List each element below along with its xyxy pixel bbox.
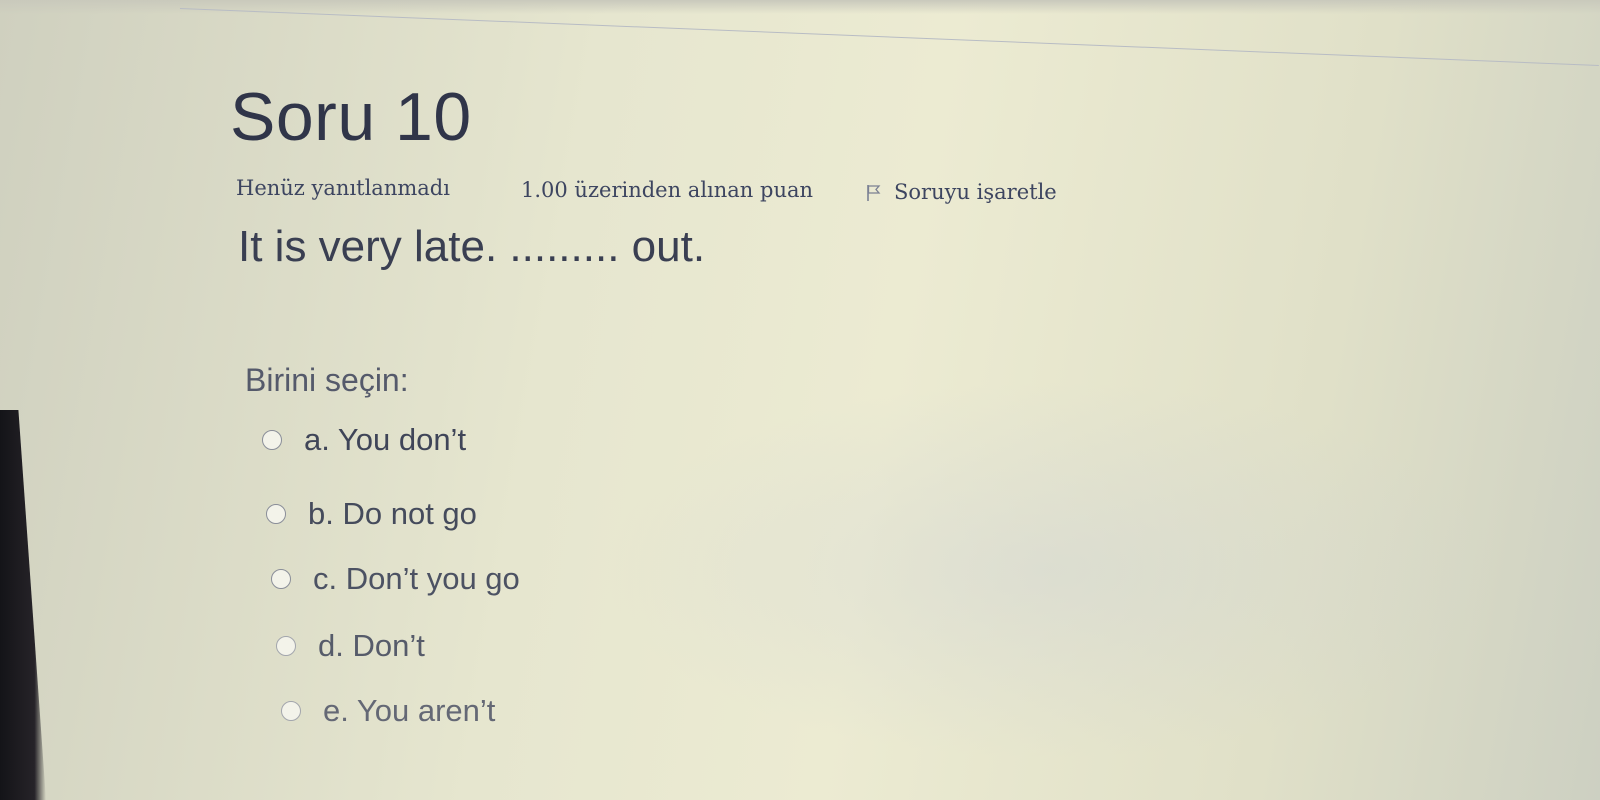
- answer-option-c[interactable]: c. Don’t you go: [271, 561, 520, 597]
- answer-option-a[interactable]: a. You don’t: [262, 422, 466, 458]
- answer-option-d[interactable]: d. Don’t: [276, 628, 425, 664]
- answer-option-label: d. Don’t: [318, 628, 425, 663]
- answer-option-label: b. Do not go: [308, 496, 477, 531]
- answer-option-label: c. Don’t you go: [313, 561, 520, 596]
- question-state: Henüz yanıtlanmadı: [236, 176, 450, 200]
- question-grade: 1.00 üzerinden alınan puan: [521, 178, 814, 202]
- answer-option-label: e. You aren’t: [323, 693, 496, 728]
- flag-question-link[interactable]: Soruyu işaretle: [866, 180, 1057, 204]
- flag-question-label: Soruyu işaretle: [894, 180, 1057, 204]
- question-title: Soru 10: [230, 79, 472, 155]
- question-container: Soru 10 Henüz yanıtlanmadı 1.00 üzerinde…: [0, 0, 1600, 800]
- answer-option-e[interactable]: e. You aren’t: [281, 693, 495, 729]
- answer-prompt: Birini seçin:: [245, 362, 409, 398]
- flag-icon: [866, 183, 882, 201]
- radio-button[interactable]: [262, 430, 282, 450]
- radio-button[interactable]: [266, 504, 286, 524]
- radio-button[interactable]: [271, 569, 291, 589]
- answer-option-label: a. You don’t: [304, 422, 467, 457]
- question-text: It is very late. ......... out.: [238, 222, 706, 271]
- radio-button[interactable]: [281, 701, 301, 721]
- radio-button[interactable]: [276, 636, 296, 656]
- answer-option-b[interactable]: b. Do not go: [266, 496, 477, 532]
